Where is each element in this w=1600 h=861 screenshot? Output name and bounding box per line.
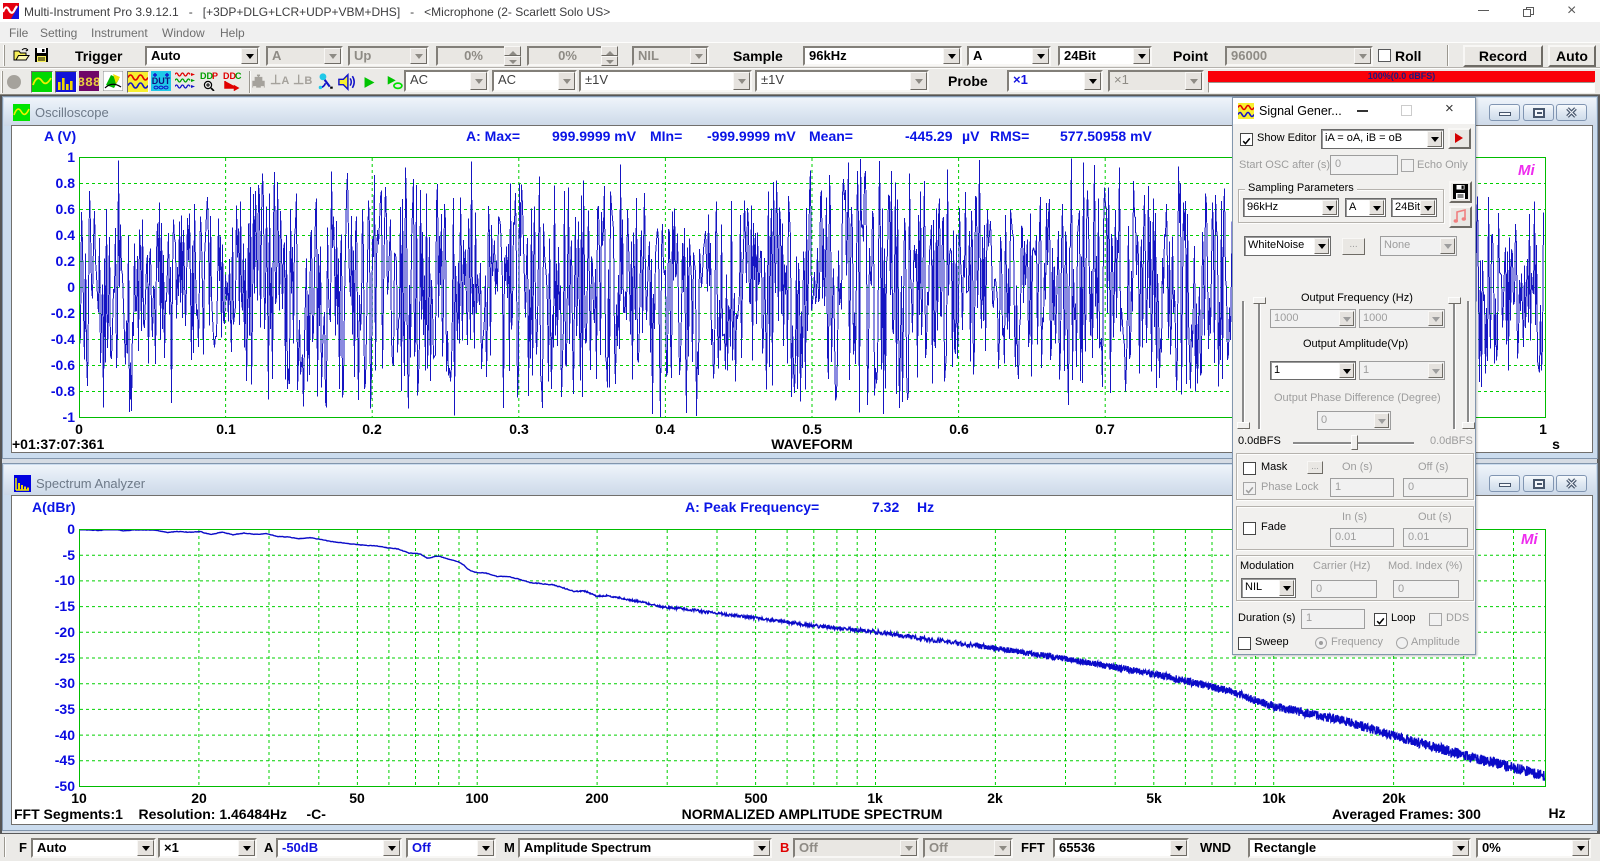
svg-text:C: C xyxy=(235,71,242,81)
svg-text:DUT: DUT xyxy=(152,76,171,86)
svg-text:888: 888 xyxy=(79,75,99,90)
svg-text:P: P xyxy=(212,71,218,81)
